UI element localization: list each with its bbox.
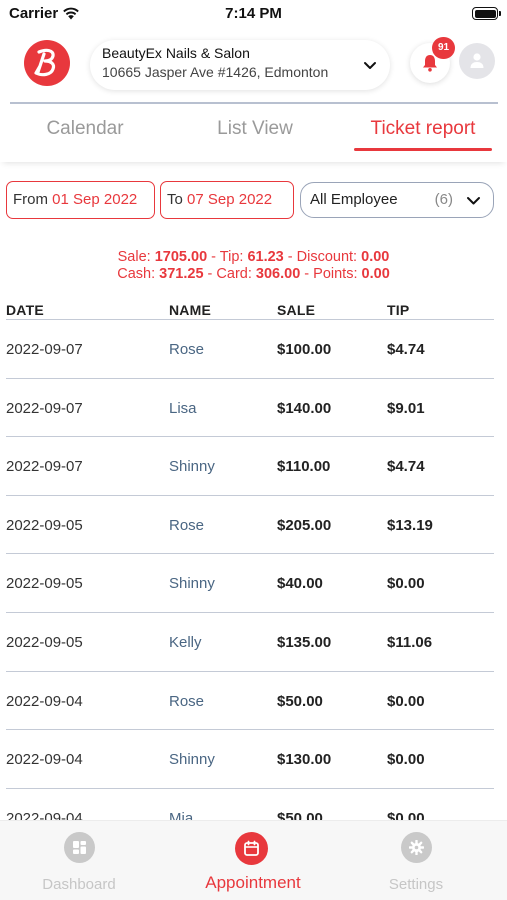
gear-icon (401, 832, 432, 863)
header-name: NAME (169, 302, 212, 318)
active-tab-indicator (354, 148, 492, 151)
cell-date: 2022-09-05 (6, 575, 83, 593)
cell-name: Rose (169, 692, 205, 710)
tab-list-view[interactable]: List View (190, 118, 320, 140)
table-row[interactable]: 2022-09-07 Rose $100.00 $4.74 (0, 320, 507, 379)
cell-name: Shinny (169, 751, 215, 769)
cell-tip: $4.74 (387, 458, 425, 476)
tab-ticket-report[interactable]: Ticket report (354, 118, 492, 140)
cell-name: Kelly (169, 634, 202, 651)
cell-tip: $0.00 (387, 575, 425, 593)
summary-card: 306.00 (255, 266, 301, 282)
cell-date: 2022-09-07 (6, 458, 83, 476)
cell-tip: $13.19 (387, 516, 433, 534)
table-header: DATE NAME SALE TIP (0, 302, 507, 320)
cell-name: Shinny (169, 575, 215, 593)
summary-cash: 371.25 (159, 266, 204, 282)
summary-sale: 1705.00 (154, 249, 208, 265)
from-label: From (13, 191, 48, 208)
table-row[interactable]: 2022-09-05 Shinny $40.00 $0.00 (0, 554, 507, 613)
clock: 7:14 PM (225, 5, 282, 22)
salon-selector[interactable]: BeautyEx Nails & Salon 10665 Jasper Ave … (90, 40, 390, 90)
bottom-nav: Dashboard Appointment Settings (0, 820, 507, 900)
cell-date: 2022-09-07 (6, 399, 83, 417)
summary-points: 0.00 (361, 266, 390, 282)
battery-icon (472, 7, 501, 20)
cell-sale: $110.00 (277, 458, 331, 476)
calendar-icon (235, 832, 268, 865)
cell-date: 2022-09-07 (6, 341, 83, 358)
cell-tip: $4.74 (387, 341, 425, 358)
cell-sale: $135.00 (277, 634, 332, 651)
employee-label: All Employee (310, 191, 398, 208)
to-date-picker[interactable]: To 07 Sep 2022 (160, 181, 294, 219)
table-row[interactable]: 2022-09-04 Rose $50.00 $0.00 (0, 672, 507, 731)
cell-date: 2022-09-04 (6, 692, 83, 710)
to-date-value: 07 Sep 2022 (187, 191, 273, 208)
header-sale: SALE (277, 302, 316, 318)
chevron-down-icon (364, 62, 376, 69)
summary-line-sales: Sale: 1705.00 - Tip: 61.23 - Discount: 0… (117, 249, 390, 265)
cell-name: Lisa (169, 399, 197, 417)
cell-name: Shinny (169, 458, 215, 476)
header-tip: TIP (387, 302, 410, 318)
summary-line-payments: Cash: 371.25 - Card: 306.00 - Points: 0.… (117, 266, 390, 282)
cell-sale: $100.00 (277, 341, 332, 358)
header-date: DATE (6, 302, 44, 318)
cell-sale: $50.00 (277, 692, 323, 710)
chevron-down-icon (467, 197, 480, 205)
cell-name: Rose (169, 341, 205, 358)
salon-name: BeautyEx Nails & Salon (102, 45, 250, 61)
cell-date: 2022-09-04 (6, 751, 83, 769)
employee-count: (6) (434, 191, 453, 208)
logo-b-icon (34, 48, 56, 77)
cell-tip: $0.00 (387, 751, 425, 769)
nav-settings-label: Settings (388, 876, 444, 893)
app-header: BeautyEx Nails & Salon 10665 Jasper Ave … (0, 30, 507, 104)
view-tabs: Calendar List View Ticket report (0, 104, 507, 162)
table-row[interactable]: 2022-09-07 Lisa $140.00 $9.01 (0, 379, 507, 438)
from-date-picker[interactable]: From 01 Sep 2022 (6, 181, 155, 219)
summary-discount: 0.00 (361, 249, 390, 265)
cell-tip: $9.01 (387, 399, 425, 417)
cell-tip: $11.06 (387, 634, 433, 651)
cell-sale: $130.00 (277, 751, 332, 769)
cell-sale: $140.00 (277, 399, 332, 417)
status-bar: Carrier 7:14 PM (0, 0, 507, 30)
summary-tip: 61.23 (247, 249, 284, 265)
tab-calendar[interactable]: Calendar (20, 118, 150, 140)
cell-sale: $205.00 (277, 516, 332, 534)
cell-date: 2022-09-05 (6, 516, 83, 534)
nav-appointment-label: Appointment (205, 873, 301, 892)
table-row[interactable]: 2022-09-05 Kelly $135.00 $11.06 (0, 613, 507, 672)
table-row[interactable]: 2022-09-07 Shinny $110.00 $4.74 (0, 437, 507, 496)
employee-dropdown[interactable]: All Employee (6) (300, 182, 494, 218)
brand-logo (24, 40, 70, 86)
cell-date: 2022-09-05 (6, 634, 83, 651)
profile-button[interactable] (459, 43, 495, 79)
nav-dashboard-label: Dashboard (42, 876, 116, 893)
dashboard-icon (64, 832, 95, 863)
cell-tip: $0.00 (387, 692, 425, 710)
to-label: To (167, 191, 183, 208)
cell-name: Rose (169, 516, 205, 534)
from-date-value: 01 Sep 2022 (52, 191, 138, 208)
salon-address: 10665 Jasper Ave #1426, Edmonton (102, 64, 329, 80)
cell-sale: $40.00 (277, 575, 323, 593)
table-row[interactable]: 2022-09-05 Rose $205.00 $13.19 (0, 496, 507, 555)
user-icon (470, 53, 484, 68)
table-row[interactable]: 2022-09-04 Shinny $130.00 $0.00 (0, 730, 507, 789)
notification-badge: 91 (432, 37, 455, 59)
